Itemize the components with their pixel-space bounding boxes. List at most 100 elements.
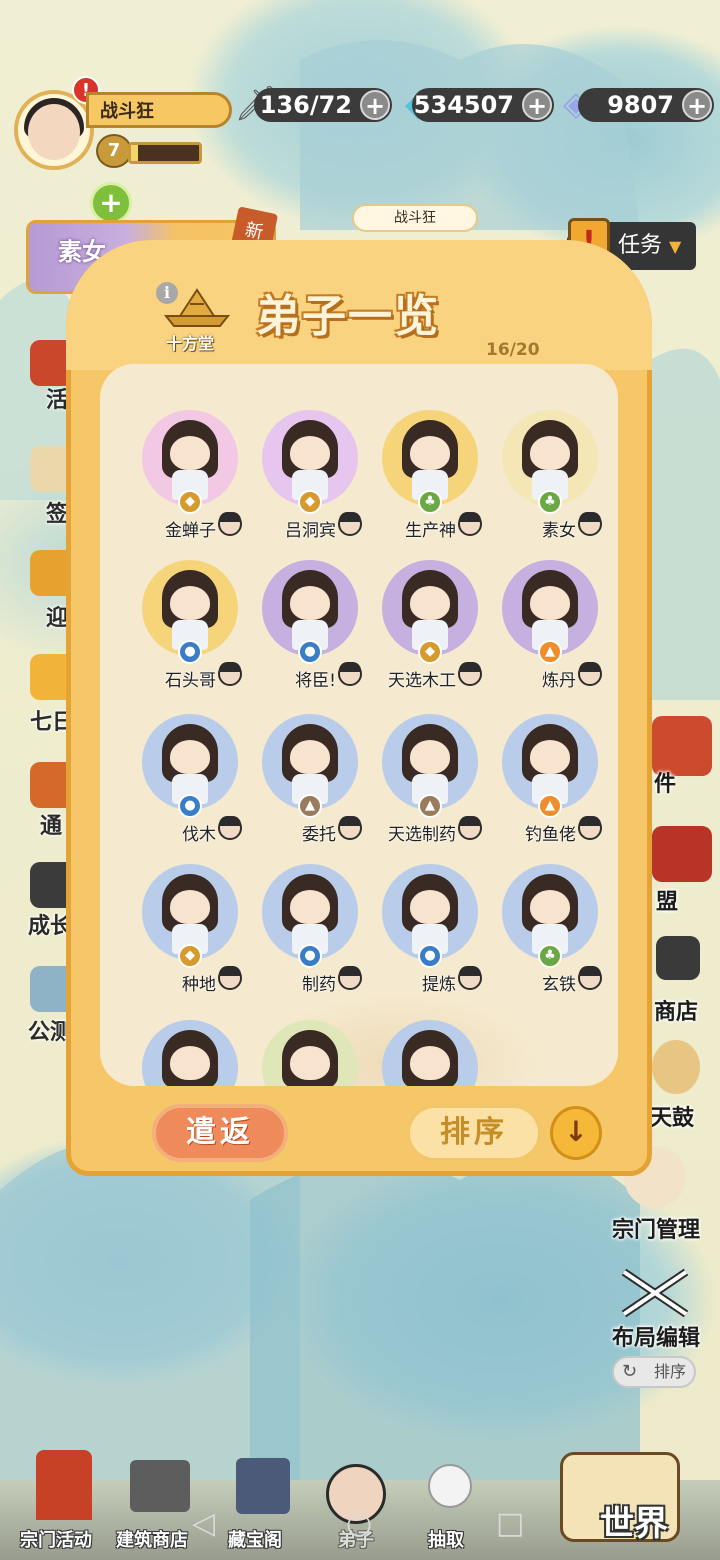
exp-bar	[128, 142, 202, 164]
drum-icon[interactable]	[652, 1040, 700, 1094]
disciple-master-icon	[578, 662, 602, 686]
nav-treasure-pavilion[interactable]: 藏宝阁	[222, 1458, 302, 1560]
dismiss-button[interactable]: 遣返	[152, 1104, 288, 1162]
alliance-icon[interactable]	[652, 826, 712, 882]
side-left-welcome[interactable]: 迎	[46, 600, 68, 632]
disciple-card[interactable]: ● 将臣!	[250, 560, 370, 708]
side-right-sect-management[interactable]: 宗门管理	[612, 1212, 700, 1244]
disciple-face	[290, 436, 330, 470]
disciple-card[interactable]: ◆ 金蝉子	[130, 410, 250, 558]
disciple-face	[170, 586, 210, 620]
disciple-master-icon	[338, 966, 362, 990]
add-stamina-button[interactable]: +	[360, 90, 390, 120]
nav-draw[interactable]: 抽取	[416, 1464, 486, 1560]
info-icon[interactable]: i	[156, 282, 178, 304]
disciple-name: 委托	[302, 825, 336, 845]
system-home-icon[interactable]: ○	[346, 1506, 372, 1541]
disciple-name: 伐木	[182, 825, 216, 845]
disciple-card[interactable]: ▲ 钓鱼佬	[490, 714, 610, 862]
element-earth-icon: ◆	[418, 640, 442, 664]
disciple-card[interactable]: ● 制药	[250, 864, 370, 1012]
disciple-name: 素女	[542, 521, 576, 541]
disciple-card-partial[interactable]	[250, 1020, 370, 1086]
disciple-master-icon	[338, 662, 362, 686]
sect-activity-icon	[36, 1450, 92, 1520]
disciple-card[interactable]: ▲ 委托	[250, 714, 370, 862]
stamina-counter: 136/72 +	[254, 88, 392, 122]
disciple-card[interactable]: ◆ 天选木工	[370, 560, 490, 708]
side-left-sign[interactable]: 签	[46, 496, 68, 528]
disciple-card-partial[interactable]	[370, 1020, 490, 1086]
disciple-name: 种地	[182, 975, 216, 995]
stamina-value: 136/72	[259, 91, 352, 119]
disciple-card[interactable]: ♣ 玄铁	[490, 864, 610, 1012]
element-fire-icon: ▲	[538, 640, 562, 664]
nav-label-treasure-pavilion: 藏宝阁	[228, 1530, 282, 1551]
system-back-icon[interactable]: ◁	[192, 1506, 215, 1541]
disciple-master-icon	[218, 816, 242, 840]
shop-icon[interactable]	[656, 936, 700, 980]
world-button[interactable]: 世界	[600, 1496, 668, 1545]
disciple-face	[410, 890, 450, 924]
avatar-face	[28, 104, 80, 160]
side-right-alliance[interactable]: 盟	[656, 884, 678, 916]
spirit-stone-value: 534507	[413, 91, 514, 119]
disciple-master-icon	[458, 966, 482, 990]
sort-button[interactable]: 排序	[406, 1104, 542, 1162]
disciple-name: 炼丹	[542, 671, 576, 691]
element-wood-icon: ♣	[538, 944, 562, 968]
tasks-dropdown-icon: ▼	[669, 237, 682, 256]
element-wood-icon: ♣	[418, 490, 442, 514]
disciple-master-icon	[578, 512, 602, 536]
disciple-master-icon	[338, 512, 362, 536]
disciple-name: 生产神	[405, 521, 456, 541]
layout-edit-icon[interactable]	[616, 1266, 694, 1320]
side-right-layout-edit[interactable]: 布局编辑	[612, 1320, 700, 1352]
element-earth-icon: ◆	[178, 490, 202, 514]
add-spirit-stone-button[interactable]: +	[522, 90, 552, 120]
disciple-master-icon	[218, 966, 242, 990]
disciple-face	[290, 586, 330, 620]
disciple-card-partial[interactable]	[130, 1020, 250, 1086]
element-water-icon: ●	[178, 640, 202, 664]
disciple-card[interactable]: ♣ 素女	[490, 410, 610, 558]
chat-bubble[interactable]: 战斗狂	[352, 204, 478, 232]
disciple-card[interactable]: ◆ 种地	[130, 864, 250, 1012]
disciple-name: 吕洞宾	[285, 521, 336, 541]
side-left-pass[interactable]: 通	[40, 808, 62, 840]
disciple-master-icon	[218, 512, 242, 536]
disciple-card[interactable]: ♣ 生产神	[370, 410, 490, 558]
disciple-face	[530, 586, 570, 620]
side-right-mail[interactable]: 件	[654, 766, 676, 798]
disciple-card[interactable]: ▲ 天选制药	[370, 714, 490, 862]
disciple-name: 制药	[302, 975, 336, 995]
draw-icon	[428, 1464, 472, 1508]
disciple-face	[290, 890, 330, 924]
disciple-count: 16/20	[486, 340, 540, 360]
sort-direction-icon[interactable]: ↓	[550, 1106, 602, 1160]
disciple-card[interactable]: ● 石头哥	[130, 560, 250, 708]
side-right-shop[interactable]: 商店	[654, 994, 698, 1026]
disciple-card[interactable]: ◆ 吕洞宾	[250, 410, 370, 558]
disciple-face	[290, 740, 330, 774]
treasure-pavilion-icon	[236, 1458, 290, 1514]
element-water-icon: ●	[298, 944, 322, 968]
side-left-activity[interactable]: 活	[46, 382, 68, 414]
disciple-card[interactable]: ▲ 炼丹	[490, 560, 610, 708]
building-shop-icon	[130, 1460, 190, 1512]
add-featured-button[interactable]: +	[90, 182, 132, 224]
disciple-face	[410, 1046, 450, 1080]
disciple-name: 天选制药	[388, 825, 456, 845]
nav-building-shop[interactable]: 建筑商店	[114, 1460, 204, 1560]
add-gem-button[interactable]: +	[682, 90, 712, 120]
nav-sect-activity[interactable]: 宗门活动	[18, 1450, 108, 1560]
disciple-card[interactable]: ● 提炼	[370, 864, 490, 1012]
level-badge: 7	[96, 134, 132, 168]
disciple-card[interactable]: ● 伐木	[130, 714, 250, 862]
element-mountain-icon: ▲	[418, 794, 442, 818]
element-earth-icon: ◆	[178, 944, 202, 968]
panel-title: 弟子一览	[256, 291, 440, 342]
system-recents-icon[interactable]: □	[496, 1506, 524, 1541]
reorder-pill[interactable]: ↻ 排序	[612, 1356, 696, 1388]
side-right-drum[interactable]: 天鼓	[650, 1100, 694, 1132]
